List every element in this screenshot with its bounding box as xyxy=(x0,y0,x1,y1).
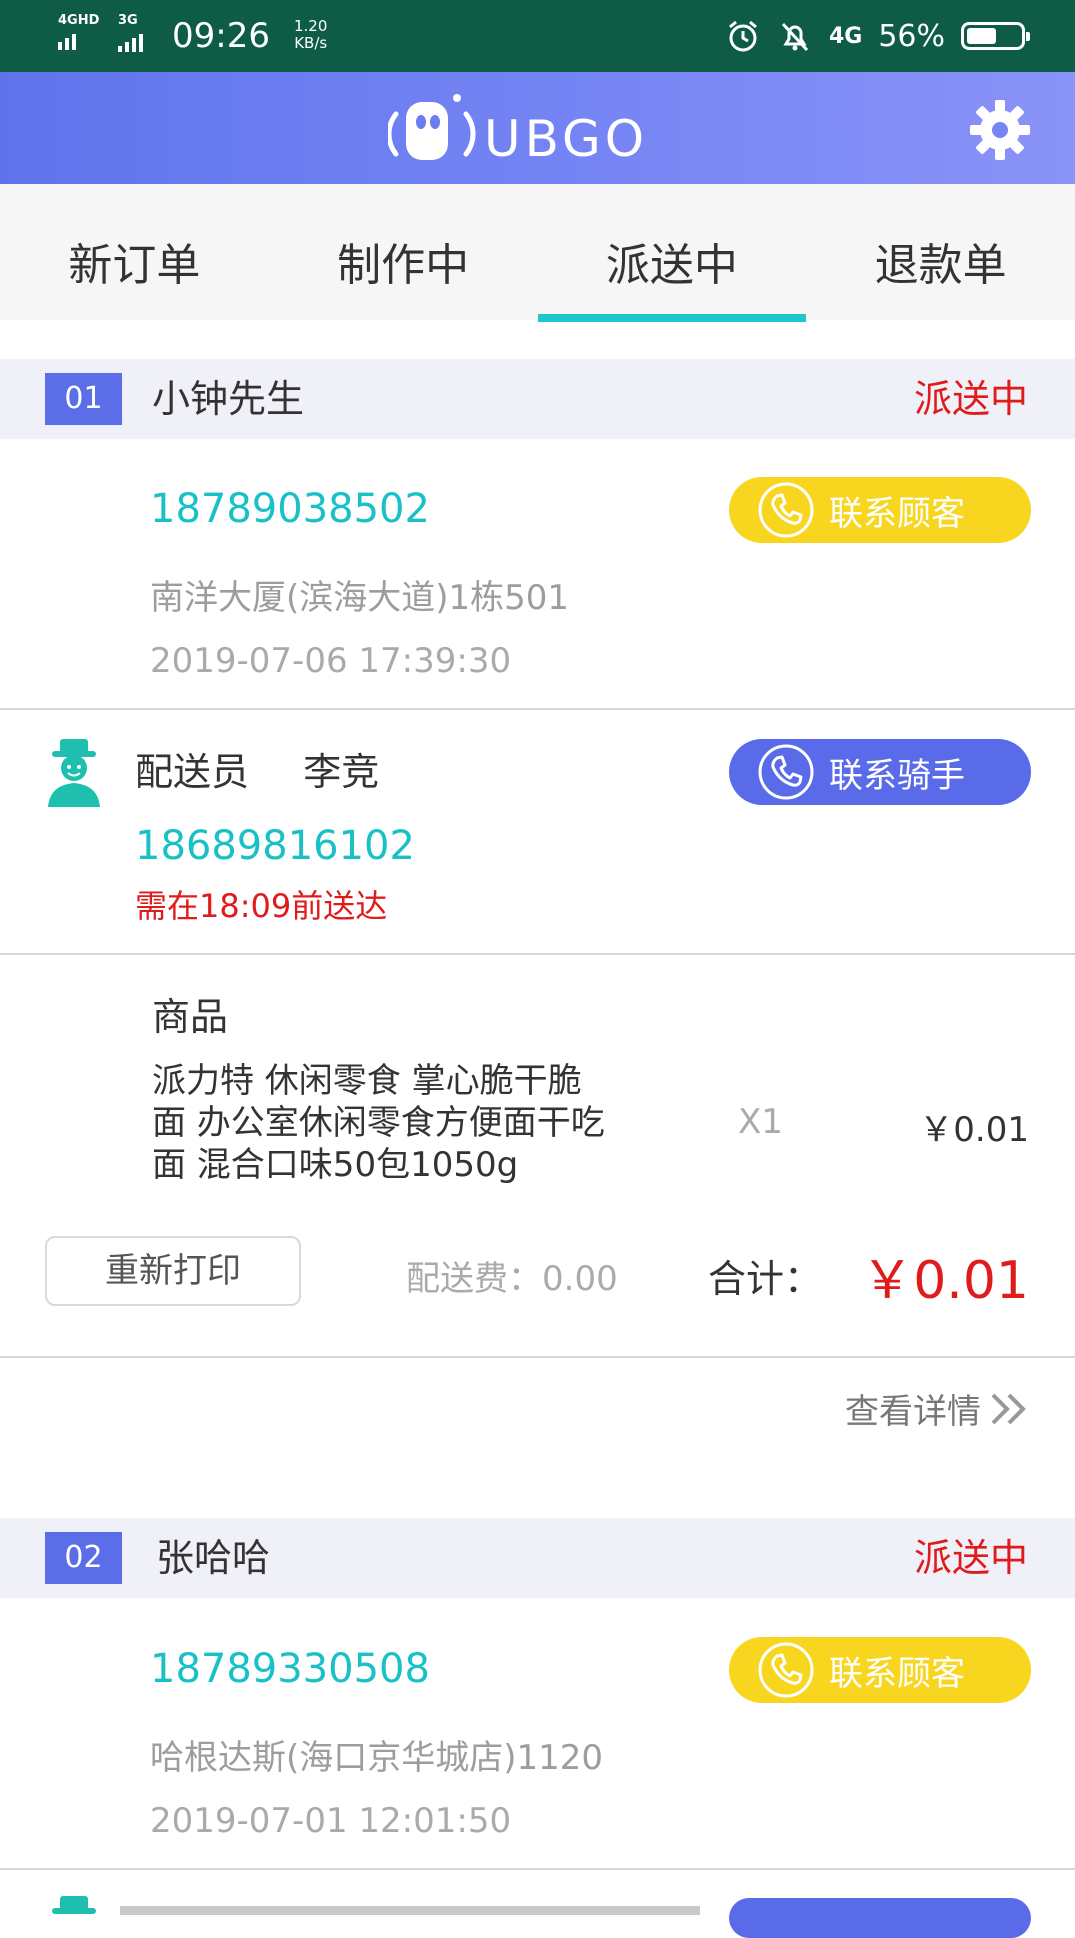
goods-item-name: 派力特 休闲零食 掌心脆干脆 面 办公室休闲零食方便面干吃 面 混合口味50包1… xyxy=(152,1061,605,1185)
tab-in-production[interactable]: 制作中 xyxy=(269,184,538,320)
clock: 09:26 xyxy=(172,16,270,56)
contact-customer-label: 联系顾客 xyxy=(829,493,965,534)
customer-name: 张哈哈 xyxy=(156,1536,271,1580)
customer-phone[interactable]: 18789330508 xyxy=(150,1646,430,1692)
divider xyxy=(0,1868,1075,1870)
courier-info: 配送员 李竞 xyxy=(135,750,379,794)
customer-phone[interactable]: 18789038502 xyxy=(150,486,430,532)
double-chevron-right-icon xyxy=(991,1393,1026,1424)
contact-customer-button[interactable]: 联系顾客 xyxy=(729,1637,1031,1703)
goods-item-quantity: X1 xyxy=(738,1102,783,1142)
goods-label: 商品 xyxy=(152,995,229,1039)
bell-muted-icon xyxy=(781,22,809,52)
order-header[interactable]: 01 小钟先生 派送中 xyxy=(0,359,1075,439)
contact-rider-button[interactable]: 联系骑手 xyxy=(729,739,1031,805)
alarm-icon xyxy=(728,20,757,52)
contact-customer-button[interactable]: 联系顾客 xyxy=(729,477,1031,543)
phone-icon xyxy=(758,482,814,538)
goods-item-price: ￥0.01 xyxy=(919,1110,1029,1150)
battery-icon xyxy=(961,22,1030,50)
contact-rider-label: 联系骑手 xyxy=(829,755,965,796)
courier-avatar-icon xyxy=(48,739,100,807)
order-status: 派送中 xyxy=(913,1536,1028,1580)
battery-percentage: 56% xyxy=(878,18,945,54)
order-status: 派送中 xyxy=(913,377,1028,421)
phone-icon xyxy=(758,1642,814,1698)
order-tabs: 新订单 制作中 派送中 退款单 xyxy=(0,184,1075,322)
order-header[interactable]: 02 张哈哈 派送中 xyxy=(0,1518,1075,1598)
gear-icon[interactable] xyxy=(968,98,1032,162)
courier-label: 配送员 xyxy=(135,750,250,794)
ubgo-logo: UBGO xyxy=(388,94,648,164)
status-bar: 4GHD 3G 09:26 1.20 KB/s 4G 56% xyxy=(0,0,1075,72)
view-details-link[interactable]: 查看详情 xyxy=(845,1384,1031,1433)
order-time: 2019-07-01 12:01:50 xyxy=(150,1801,512,1841)
tab-new-orders[interactable]: 新订单 xyxy=(0,184,269,320)
delivery-address: 哈根达斯(海口京华城店)1120 xyxy=(150,1738,604,1778)
divider xyxy=(0,708,1075,710)
divider xyxy=(0,953,1075,955)
view-details-label: 查看详情 xyxy=(845,1392,981,1432)
contact-rider-button[interactable] xyxy=(729,1898,1031,1938)
order-number: 02 xyxy=(45,1532,122,1584)
customer-name: 小钟先生 xyxy=(152,377,305,421)
courier-info-placeholder xyxy=(120,1906,700,1915)
network-speed: 1.20 KB/s xyxy=(294,17,328,52)
courier-phone[interactable]: 18689816102 xyxy=(135,823,415,869)
signal-4g-icon: 4G xyxy=(828,23,863,49)
logo-text: UBGO xyxy=(484,110,648,164)
divider xyxy=(0,1356,1075,1358)
courier-name: 李竞 xyxy=(303,750,380,794)
courier-avatar-icon xyxy=(52,1896,96,1914)
contact-customer-label: 联系顾客 xyxy=(829,1653,965,1694)
total-amount: ￥0.01 xyxy=(861,1251,1029,1311)
phone-icon xyxy=(758,744,814,800)
tab-delivering[interactable]: 派送中 xyxy=(537,184,807,322)
delivery-address: 南洋大厦(滨海大道)1栋501 xyxy=(150,578,570,618)
delivery-deadline: 需在18:09前送达 xyxy=(135,887,388,925)
order-number: 01 xyxy=(45,373,122,425)
reprint-button[interactable]: 重新打印 xyxy=(45,1236,301,1306)
order-time: 2019-07-06 17:39:30 xyxy=(150,641,512,681)
delivery-fee: 配送费：0.00 xyxy=(406,1259,618,1299)
tab-refunds[interactable]: 退款单 xyxy=(806,184,1075,320)
total-label: 合计： xyxy=(708,1257,823,1301)
app-header: UBGO xyxy=(0,72,1075,184)
